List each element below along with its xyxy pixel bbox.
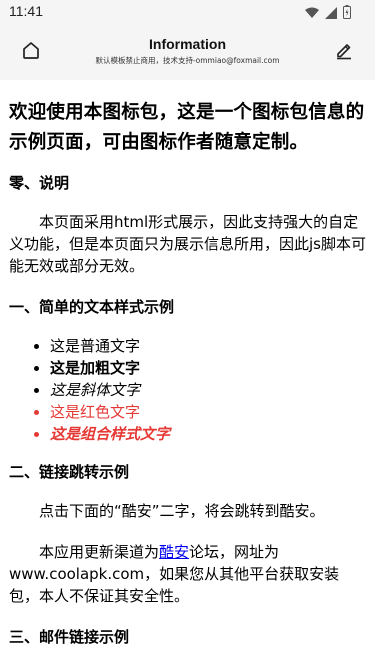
update-channel-prefix: 本应用更新渠道为 [39,543,160,561]
battery-icon [343,4,351,23]
italic-suffix: 文字 [110,381,141,399]
headline: 欢迎使用本图标包，这是一个图标包信息的示例页面，可由图标作者随意定制。 [9,102,365,153]
list-item-red: 这是红色文字 [50,401,366,423]
list-item-normal: 这是普通文字 [50,335,366,357]
text-style-list: 这是普通文字 这是加粗文字 这是斜体文字 这是红色文字 这是组合样式文字 [9,335,366,445]
status-time: 11:41 [9,3,43,19]
italic-part: 斜体 [80,381,111,399]
status-icons [305,4,351,23]
signal-icon [325,4,337,23]
coolapk-link[interactable]: 酷安 [159,543,189,561]
edit-icon [334,40,354,64]
app-bar: Information 默认模板禁止商用，技术支持-ommiao@foxmail… [0,24,375,80]
edit-button[interactable] [331,39,357,65]
page-title: Information [149,36,226,52]
link-intro-paragraph: 点击下面的“酷安”二字，将会跳转到酷安。 [39,502,325,520]
page-subtitle: 默认模板禁止商用，技术支持-ommiao@foxmail.com [95,56,280,65]
list-item-combo: 这是组合样式文字 [50,423,366,445]
wifi-icon [305,4,319,23]
status-bar: 11:41 [0,0,375,24]
section-title-links: 二、链接跳转示例 [9,463,130,481]
explanation-paragraph: 本页面采用html形式展示，因此支持强大的自定义功能，但是本页面只为展示信息所用… [9,213,366,275]
info-content: 欢迎使用本图标包，这是一个图标包信息的示例页面，可由图标作者随意定制。 零、说明… [0,80,375,667]
list-item-italic: 这是斜体文字 [50,379,366,401]
italic-prefix: 这是 [50,381,81,399]
section-title-text-styles: 一、简单的文本样式示例 [9,298,175,316]
update-channel-paragraph: 本应用更新渠道为酷安论坛，网址为www.coolapk.com，如果您从其他平台… [9,541,366,607]
section-title-explanation: 零、说明 [9,174,70,192]
list-item-bold: 这是加粗文字 [50,357,366,379]
section-title-email-links: 三、邮件链接示例 [9,628,130,646]
